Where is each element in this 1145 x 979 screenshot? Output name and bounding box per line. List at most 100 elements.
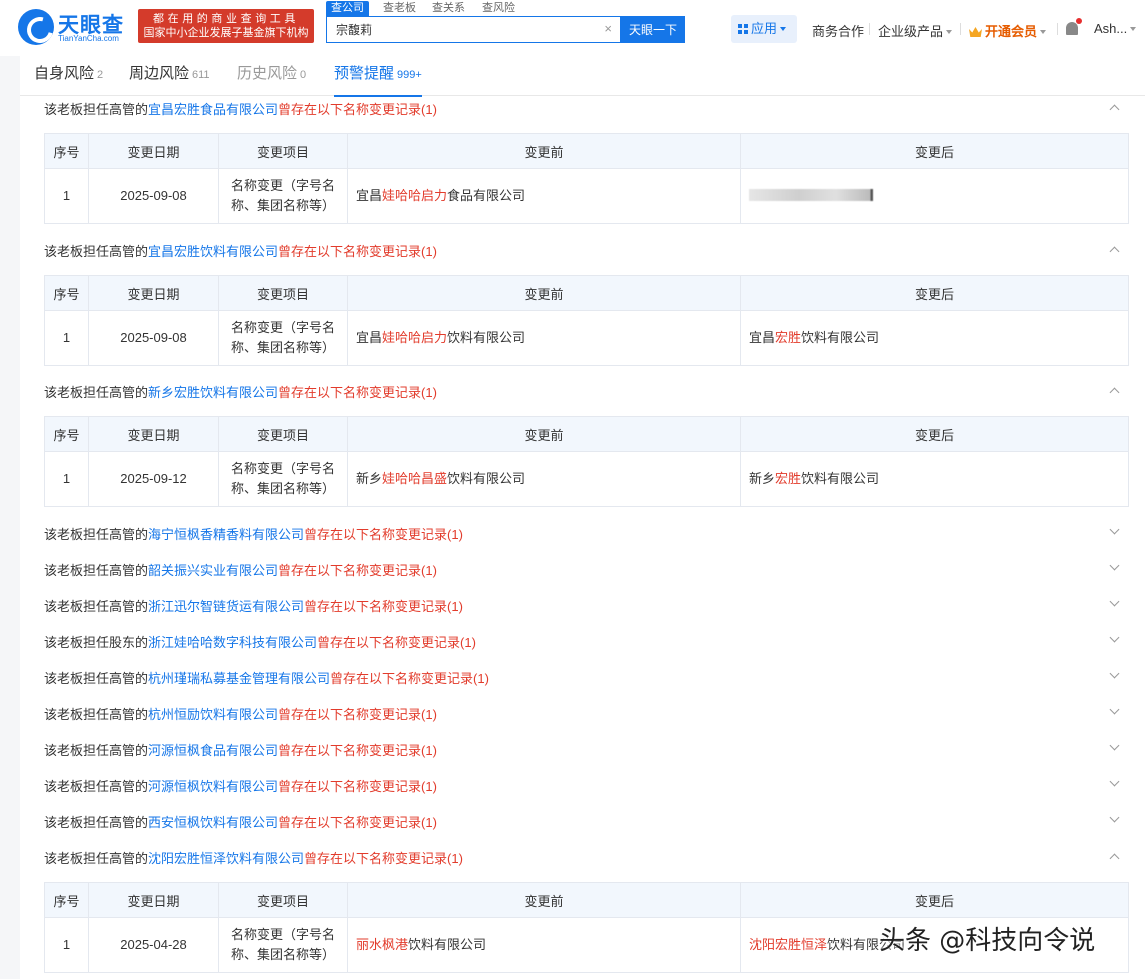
company-link[interactable]: 宜昌宏胜饮料有限公司 bbox=[148, 244, 278, 259]
chevron-up-icon[interactable] bbox=[1109, 853, 1120, 864]
tab-count: 2 bbox=[97, 69, 104, 81]
name-part: 饮料有限公司 bbox=[801, 471, 880, 486]
name-part: 宜昌 bbox=[749, 330, 776, 345]
record-header[interactable]: 该老板担任高管的宜昌宏胜食品有限公司曾存在以下名称变更记录(1) bbox=[44, 99, 1128, 118]
record-count: (1) bbox=[447, 599, 463, 614]
tab-label: 自身风险 bbox=[34, 65, 95, 82]
col-header-after: 变更后 bbox=[740, 882, 1129, 918]
search-tab-relation[interactable]: 查关系 bbox=[427, 1, 470, 17]
name-highlight: 宏胜 bbox=[775, 471, 802, 486]
cell-item: 名称变更（字号名称、集团名称等） bbox=[218, 310, 348, 366]
chevron-up-icon[interactable] bbox=[1109, 104, 1120, 115]
chevron-up-icon[interactable] bbox=[1109, 246, 1120, 257]
record-prefix: 该老板担任高管的 bbox=[44, 102, 149, 117]
business-link[interactable]: 商务合作 bbox=[812, 21, 864, 40]
chevron-down-icon[interactable] bbox=[1109, 740, 1120, 751]
col-header-no: 序号 bbox=[44, 275, 89, 311]
record-suffix: 曾存在以下名称变更记录 bbox=[278, 779, 422, 794]
company-link[interactable]: 杭州瑾瑞私募基金管理有限公司 bbox=[148, 671, 330, 686]
chevron-down-icon[interactable] bbox=[1109, 632, 1120, 643]
crown-icon bbox=[969, 27, 982, 37]
record-header[interactable]: 该老板担任股东的浙江娃哈哈数字科技有限公司曾存在以下名称变更记录(1) bbox=[44, 632, 1128, 651]
record-header[interactable]: 该老板担任高管的韶关振兴实业有限公司曾存在以下名称变更记录(1) bbox=[44, 560, 1128, 579]
record-header[interactable]: 该老板担任高管的杭州瑾瑞私募基金管理有限公司曾存在以下名称变更记录(1) bbox=[44, 668, 1128, 687]
company-link[interactable]: 韶关振兴实业有限公司 bbox=[148, 563, 278, 578]
col-header-no: 序号 bbox=[44, 416, 89, 452]
record-suffix: 曾存在以下名称变更记录 bbox=[304, 851, 448, 866]
record-header[interactable]: 该老板担任高管的新乡宏胜饮料有限公司曾存在以下名称变更记录(1) bbox=[44, 382, 1128, 401]
search-tab-risk[interactable]: 查风险 bbox=[477, 1, 520, 17]
record-suffix: 曾存在以下名称变更记录 bbox=[330, 671, 474, 686]
enterprise-products-menu[interactable]: 企业级产品 bbox=[878, 21, 953, 40]
chevron-down-icon[interactable] bbox=[1109, 776, 1120, 787]
name-highlight: 娃哈哈启力 bbox=[382, 188, 448, 203]
table-header-row: 序号 变更日期 变更项目 变更前 变更后 bbox=[44, 275, 1129, 311]
chevron-down-icon[interactable] bbox=[1109, 704, 1120, 715]
vip-menu[interactable]: 开通会员 bbox=[969, 21, 1047, 40]
chevron-down-icon[interactable] bbox=[1109, 812, 1120, 823]
nav-divider bbox=[869, 23, 870, 35]
record-prefix: 该老板担任高管的 bbox=[44, 244, 149, 259]
name-part: 饮料有限公司 bbox=[801, 330, 880, 345]
search-input[interactable] bbox=[327, 17, 597, 42]
name-part: 饮料有限公司 bbox=[447, 471, 526, 486]
col-header-before: 变更前 bbox=[347, 882, 741, 918]
tab-history-risk[interactable]: 历史风险 0 bbox=[237, 56, 306, 96]
tab-surrounding-risk[interactable]: 周边风险 611 bbox=[129, 56, 210, 96]
top-header: 天眼查 TianYanCha.com 都在用的商业查询工具 国家中小企业发展子基… bbox=[0, 0, 1145, 56]
record-count: (1) bbox=[460, 635, 476, 650]
tianyancha-logo[interactable]: 天眼查 TianYanCha.com bbox=[18, 9, 134, 45]
cell-before: 宜昌娃哈哈启力食品有限公司 bbox=[347, 168, 741, 224]
chevron-up-icon[interactable] bbox=[1109, 387, 1120, 398]
chevron-down-icon[interactable] bbox=[1109, 668, 1120, 679]
company-link[interactable]: 沈阳宏胜恒泽饮料有限公司 bbox=[148, 851, 304, 866]
name-part: 饮料有限公司 bbox=[408, 937, 487, 952]
record-header[interactable]: 该老板担任高管的西安恒枫饮料有限公司曾存在以下名称变更记录(1) bbox=[44, 812, 1128, 831]
record-header[interactable]: 该老板担任高管的沈阳宏胜恒泽饮料有限公司曾存在以下名称变更记录(1) bbox=[44, 848, 1128, 867]
search-tab-company[interactable]: 查公司 bbox=[326, 1, 369, 17]
change-record-table: 序号 变更日期 变更项目 变更前 变更后 1 2025-09-08 名称变更（字… bbox=[44, 133, 1129, 224]
chevron-down-icon[interactable] bbox=[1109, 596, 1120, 607]
record-header[interactable]: 该老板担任高管的河源恒枫食品有限公司曾存在以下名称变更记录(1) bbox=[44, 740, 1128, 759]
company-link[interactable]: 西安恒枫饮料有限公司 bbox=[148, 815, 278, 830]
record-prefix: 该老板担任股东的 bbox=[44, 635, 149, 650]
tab-self-risk[interactable]: 自身风险 2 bbox=[34, 56, 103, 96]
blurred-text bbox=[749, 189, 873, 201]
record-suffix: 曾存在以下名称变更记录 bbox=[278, 244, 422, 259]
col-header-after: 变更后 bbox=[740, 416, 1129, 452]
record-header[interactable]: 该老板担任高管的杭州恒励饮料有限公司曾存在以下名称变更记录(1) bbox=[44, 704, 1128, 723]
col-header-date: 变更日期 bbox=[88, 882, 219, 918]
company-link[interactable]: 河源恒枫饮料有限公司 bbox=[148, 779, 278, 794]
cell-item: 名称变更（字号名称、集团名称等） bbox=[218, 451, 348, 507]
company-link[interactable]: 河源恒枫食品有限公司 bbox=[148, 743, 278, 758]
change-record-table: 序号 变更日期 变更项目 变更前 变更后 1 2025-09-12 名称变更（字… bbox=[44, 416, 1129, 507]
record-header[interactable]: 该老板担任高管的浙江迅尔智链货运有限公司曾存在以下名称变更记录(1) bbox=[44, 596, 1128, 615]
record-prefix: 该老板担任高管的 bbox=[44, 385, 149, 400]
record-header[interactable]: 该老板担任高管的宜昌宏胜饮料有限公司曾存在以下名称变更记录(1) bbox=[44, 241, 1128, 260]
cell-after bbox=[740, 168, 1129, 224]
company-link[interactable]: 海宁恒枫香精香料有限公司 bbox=[148, 527, 304, 542]
search-tab-boss[interactable]: 查老板 bbox=[378, 1, 421, 17]
user-menu[interactable]: Ash... bbox=[1094, 21, 1137, 36]
clear-icon[interactable]: × bbox=[604, 21, 612, 36]
company-link[interactable]: 浙江娃哈哈数字科技有限公司 bbox=[148, 635, 317, 650]
apps-menu-button[interactable]: 应用 bbox=[731, 15, 797, 43]
record-header[interactable]: 该老板担任高管的海宁恒枫香精香料有限公司曾存在以下名称变更记录(1) bbox=[44, 524, 1128, 543]
name-highlight: 沈阳宏胜恒泽 bbox=[749, 937, 828, 952]
record-prefix: 该老板担任高管的 bbox=[44, 851, 149, 866]
company-link[interactable]: 宜昌宏胜食品有限公司 bbox=[148, 102, 278, 117]
chevron-down-icon[interactable] bbox=[1109, 560, 1120, 571]
record-prefix: 该老板担任高管的 bbox=[44, 779, 149, 794]
record-header[interactable]: 该老板担任高管的河源恒枫饮料有限公司曾存在以下名称变更记录(1) bbox=[44, 776, 1128, 795]
col-header-no: 序号 bbox=[44, 882, 89, 918]
company-link[interactable]: 新乡宏胜饮料有限公司 bbox=[148, 385, 278, 400]
record-suffix: 曾存在以下名称变更记录 bbox=[278, 563, 422, 578]
chevron-down-icon[interactable] bbox=[1109, 524, 1120, 535]
tab-count: 999+ bbox=[397, 69, 422, 81]
bell-icon[interactable] bbox=[1066, 22, 1078, 35]
tab-warning-alert[interactable]: 预警提醒 999+ bbox=[334, 56, 422, 97]
search-button[interactable]: 天眼一下 bbox=[621, 16, 685, 43]
company-link[interactable]: 浙江迅尔智链货运有限公司 bbox=[148, 599, 304, 614]
company-link[interactable]: 杭州恒励饮料有限公司 bbox=[148, 707, 278, 722]
record-prefix: 该老板担任高管的 bbox=[44, 599, 149, 614]
